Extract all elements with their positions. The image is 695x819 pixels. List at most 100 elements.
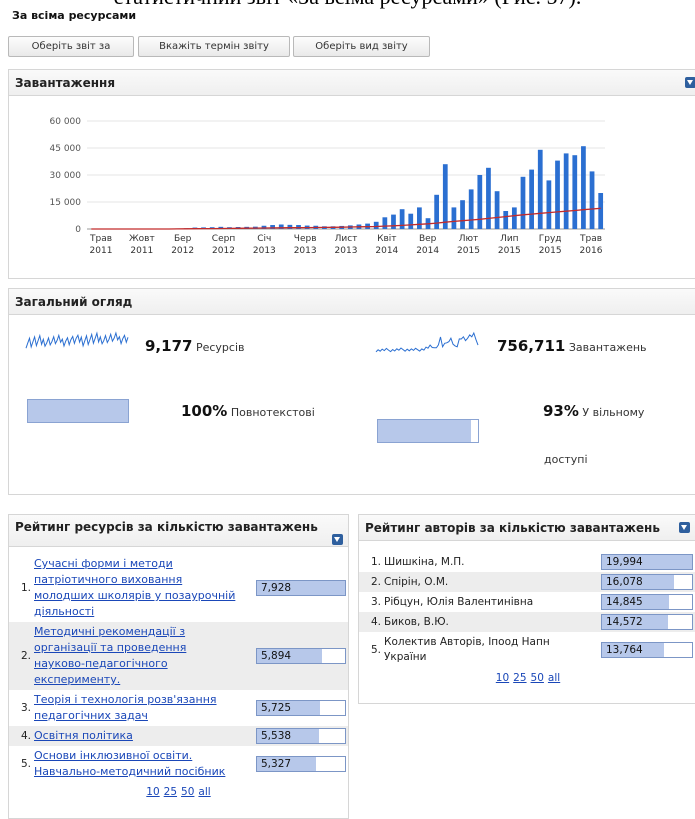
- page-size-link[interactable]: 50: [531, 672, 544, 684]
- rating-title-line[interactable]: діяльності: [34, 604, 256, 620]
- page-size-link[interactable]: 50: [181, 786, 194, 798]
- page-size-link[interactable]: 10: [146, 786, 159, 798]
- rating-title-line[interactable]: Навчально-методичний посібник: [34, 764, 256, 780]
- rating-bar: 5,725: [256, 700, 346, 716]
- page-title: За всіма ресурсами: [12, 9, 137, 22]
- x-tick-label: Бер: [174, 234, 192, 244]
- authors-rating-header: Рейтинг авторів за кількістю завантажень: [359, 515, 695, 541]
- chart-bar: [503, 211, 509, 229]
- rating-row: 3. Теорія і технологія розв'язання педагог…: [9, 690, 348, 726]
- rating-rank: 4.: [370, 616, 381, 628]
- resources-sparkline: [25, 331, 129, 349]
- rating-title-line[interactable]: експерименту.: [34, 672, 256, 688]
- y-tick-label: 45 000: [50, 144, 82, 154]
- fulltext-bar: [27, 399, 129, 423]
- x-tick-year: 2014: [375, 246, 398, 256]
- downloads-count: 756,711: [497, 337, 566, 355]
- rating-value: 13,764: [606, 644, 643, 656]
- rating-rank: 3.: [20, 702, 31, 714]
- rating-row: 2. Спірін, О.М. 16,078: [359, 572, 695, 592]
- rating-title: Шишкіна, М.П.: [384, 555, 594, 570]
- authors-rating-panel: Рейтинг авторів за кількістю завантажень…: [358, 514, 695, 704]
- rating-title: Рібцун, Юлія Валентинівна: [384, 595, 594, 610]
- rating-rank: 1.: [370, 556, 381, 568]
- rating-title-line[interactable]: науково-педагогічного: [34, 656, 256, 672]
- x-tick-label: Трав: [579, 234, 602, 244]
- rating-title-line: Шишкіна, М.П.: [384, 555, 465, 568]
- x-tick-label: Трав: [89, 234, 112, 244]
- y-tick-label: 0: [75, 225, 81, 235]
- rating-title-line[interactable]: патріотичного виховання: [34, 572, 256, 588]
- page-size-link[interactable]: 25: [164, 786, 177, 798]
- open-access-bar: [377, 419, 479, 443]
- resources-label: Ресурсів: [195, 341, 245, 354]
- rating-title[interactable]: Теорія і технологія розв'язання педагогіч…: [34, 692, 256, 724]
- downloads-panel: Завантаження 0 15 000 30 000 45 000 60 000 Тр…: [8, 69, 695, 279]
- resources-rating-header: Рейтинг ресурсів за кількістю завантажен…: [9, 515, 348, 547]
- rating-title-line[interactable]: Сучасні форми і методи: [34, 556, 256, 572]
- page-size-link[interactable]: all: [548, 672, 560, 684]
- rating-title-line[interactable]: молодших школярів у позаурочній: [34, 588, 256, 604]
- x-tick-label: Вер: [419, 234, 437, 244]
- resources-stat: 9,177 Ресурсів: [145, 337, 244, 355]
- chart-bar: [537, 149, 543, 229]
- rating-title-line: Рібцун, Юлія Валентинівна: [384, 595, 534, 608]
- rating-rank: 2.: [20, 650, 31, 662]
- downloads-panel-header: Завантаження: [9, 70, 695, 96]
- rating-value: 14,572: [606, 616, 643, 628]
- rating-title-line[interactable]: організації та проведення: [34, 640, 256, 656]
- rating-title: Колектив Авторів, Іпоод Напн України: [384, 635, 594, 665]
- download-icon[interactable]: [332, 534, 343, 545]
- page-size-link[interactable]: 10: [496, 672, 509, 684]
- rating-value: 5,725: [261, 702, 292, 714]
- chart-bar: [598, 193, 604, 229]
- rating-row: 5. Колектив Авторів, Іпоод Напн України 13,…: [359, 632, 695, 668]
- rating-title-line[interactable]: педагогічних задач: [34, 708, 256, 724]
- rating-title-line[interactable]: Теорія і технологія розв'язання: [34, 692, 256, 708]
- x-tick-year: 2013: [294, 246, 317, 256]
- rating-value: 5,327: [261, 758, 292, 770]
- rating-title-line[interactable]: Освітня політика: [34, 728, 256, 744]
- rating-title-line: Спірін, О.М.: [384, 575, 449, 588]
- download-icon[interactable]: [679, 522, 690, 533]
- rating-title[interactable]: Основи інклюзивної освіти. Навчально-мето…: [34, 748, 256, 780]
- download-icon[interactable]: [685, 77, 695, 88]
- open-access-stat: 93% У вільному: [543, 402, 644, 420]
- rating-rank: 5.: [20, 758, 31, 770]
- rating-title-line[interactable]: Методичні рекомендації з: [34, 624, 256, 640]
- report-for-button[interactable]: Оберіть звіт за: [8, 36, 134, 57]
- rating-bar: 5,327: [256, 756, 346, 772]
- chart-bar: [477, 175, 483, 229]
- x-tick-year: 2013: [335, 246, 358, 256]
- downloads-panel-title: Завантаження: [15, 76, 116, 90]
- chart-bar: [442, 164, 448, 229]
- chart-bar: [572, 155, 578, 229]
- resources-rating-title: Рейтинг ресурсів за кількістю завантажен…: [15, 520, 318, 534]
- x-tick-year: 2015: [539, 246, 562, 256]
- x-tick-label: Жовт: [129, 234, 155, 244]
- report-type-button[interactable]: Оберіть вид звіту: [293, 36, 430, 57]
- chart-bar: [391, 214, 396, 229]
- rating-title[interactable]: Методичні рекомендації з організації та п…: [34, 624, 256, 688]
- chart-bar: [287, 224, 293, 229]
- rating-bar: 13,764: [601, 642, 693, 658]
- chart-bar: [373, 221, 379, 229]
- x-tick-year: 2012: [171, 246, 194, 256]
- rating-bar: 14,572: [601, 614, 693, 630]
- chart-bar: [520, 176, 526, 229]
- rating-title[interactable]: Освітня політика: [34, 728, 256, 744]
- page-size-link[interactable]: 25: [513, 672, 526, 684]
- chart-bar: [296, 225, 301, 229]
- chart-bar: [511, 207, 517, 229]
- rating-title-line[interactable]: Основи інклюзивної освіти.: [34, 748, 256, 764]
- rating-title: Биков, В.Ю.: [384, 615, 594, 630]
- x-tick-label: Лист: [335, 234, 358, 244]
- resources-rating-list: 1. Сучасні форми і методи патріотичного ви…: [9, 554, 348, 818]
- open-access-bar-fill: [378, 420, 471, 442]
- chart-bar: [408, 213, 414, 229]
- downloads-stat: 756,711 Завантажень: [497, 337, 647, 355]
- report-period-button[interactable]: Вкажіть термін звіту: [138, 36, 290, 57]
- resources-rating-panel: Рейтинг ресурсів за кількістю завантажен…: [8, 514, 349, 819]
- page-size-link[interactable]: all: [198, 786, 210, 798]
- rating-title[interactable]: Сучасні форми і методи патріотичного вихо…: [34, 556, 256, 620]
